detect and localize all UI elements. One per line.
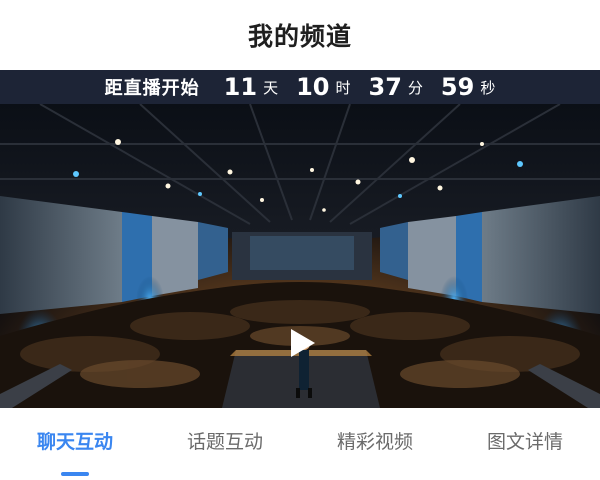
countdown-label: 距直播开始 (104, 78, 200, 99)
countdown-hours-unit: 时 (335, 78, 351, 97)
tab-chat-interaction[interactable]: 聊天互动 (0, 408, 150, 480)
countdown-seconds-unit: 秒 (480, 78, 496, 97)
tab-label: 图文详情 (486, 430, 563, 453)
countdown-seconds: 59 (440, 73, 475, 101)
tab-label: 聊天互动 (36, 430, 113, 453)
countdown-minutes: 37 (368, 73, 402, 101)
tab-topic-interaction[interactable]: 话题互动 (150, 408, 300, 480)
countdown-bar: 距直播开始 11 天 10 时 37 分 59 秒 (0, 70, 600, 104)
tab-label: 精彩视频 (336, 430, 413, 453)
video-thumbnail (0, 104, 600, 408)
header: 我的频道 (0, 0, 600, 70)
play-icon[interactable] (284, 326, 318, 360)
tab-label: 话题互动 (186, 430, 263, 453)
countdown-days-unit: 天 (263, 78, 279, 97)
page-title: 我的频道 (247, 22, 352, 51)
countdown-minutes-unit: 分 (407, 78, 423, 97)
video-player[interactable] (0, 104, 600, 408)
tab-graphic-details[interactable]: 图文详情 (450, 408, 600, 480)
countdown-hours: 10 (296, 73, 330, 101)
tab-featured-videos[interactable]: 精彩视频 (300, 408, 450, 480)
active-tab-indicator (61, 472, 89, 476)
tab-bar: 聊天互动 话题互动 精彩视频 图文详情 (0, 408, 600, 480)
countdown-days: 11 (223, 73, 258, 101)
